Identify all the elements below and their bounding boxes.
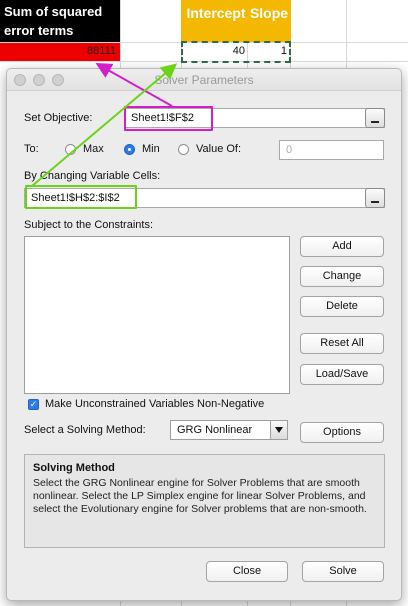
magenta-arrow — [95, 63, 173, 107]
annotation-arrows — [31, 63, 178, 187]
green-arrow — [31, 63, 178, 187]
